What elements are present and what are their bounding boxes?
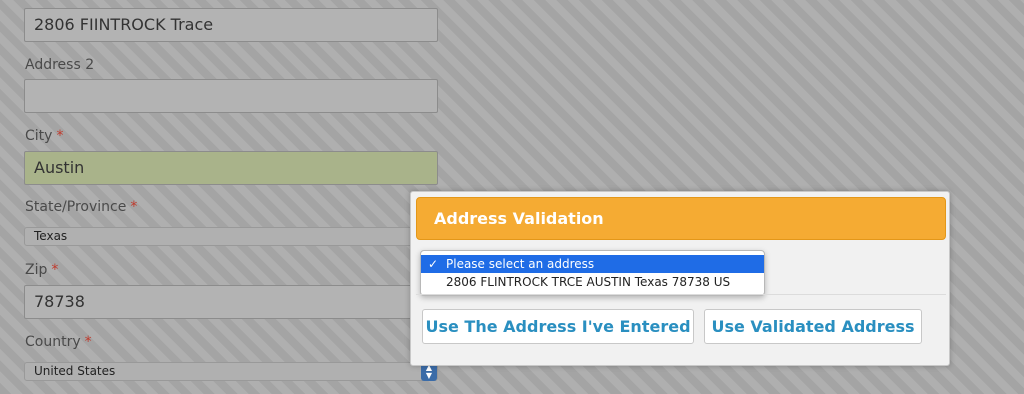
city-label-text: City (25, 128, 53, 144)
checkmark-icon: ✓ (428, 257, 439, 271)
address2-field[interactable] (24, 79, 438, 113)
zip-label-text: Zip (25, 262, 48, 278)
country-label: Country * (25, 334, 92, 350)
address-option-placeholder[interactable]: ✓ Please select an address (421, 255, 764, 273)
country-select[interactable]: United States ▲ ▼ (24, 362, 438, 381)
address-option-label: Please select an address (446, 257, 595, 271)
address-validation-dialog: Address Validation ✓ Please select an ad… (410, 191, 950, 366)
address-option-label: 2806 FLINTROCK TRCE AUSTIN Texas 78738 U… (446, 275, 731, 289)
country-select-value: United States (34, 364, 116, 378)
dialog-divider (416, 294, 946, 295)
zip-field[interactable]: 78738 (24, 285, 438, 319)
dialog-title: Address Validation (416, 197, 946, 240)
required-marker: * (130, 199, 138, 215)
state-label: State/Province * (25, 199, 137, 215)
address-select-list[interactable]: ✓ Please select an address 2806 FLINTROC… (420, 250, 765, 296)
address1-field[interactable]: 2806 FIINTROCK Trace (24, 8, 438, 42)
use-validated-address-button[interactable]: Use Validated Address (704, 309, 922, 344)
required-marker: * (84, 334, 92, 350)
address2-label: Address 2 (25, 57, 95, 73)
state-select[interactable]: Texas (24, 227, 438, 246)
use-entered-address-button[interactable]: Use The Address I've Entered (422, 309, 694, 344)
required-marker: * (51, 262, 59, 278)
state-select-value: Texas (34, 229, 68, 243)
city-field[interactable]: Austin (24, 151, 438, 185)
city-label: City * (25, 128, 63, 144)
state-label-text: State/Province (25, 199, 127, 215)
country-label-text: Country (25, 334, 81, 350)
zip-label: Zip * (25, 262, 58, 278)
required-marker: * (56, 128, 64, 144)
address-option-validated[interactable]: 2806 FLINTROCK TRCE AUSTIN Texas 78738 U… (421, 273, 764, 291)
